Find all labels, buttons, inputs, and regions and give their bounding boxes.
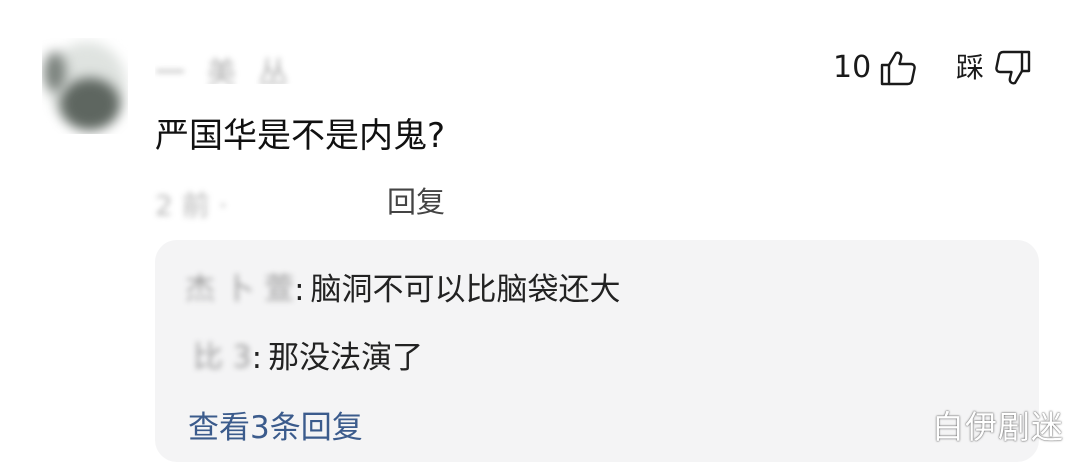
reply-button[interactable]: 回复 [387,180,445,224]
reply-text: 那没法演了 [268,340,424,376]
reply-separator: : [251,340,263,376]
thumb-down-icon [994,49,1032,87]
avatar-edge [44,52,66,92]
comment-timestamp: 2 前 · [155,189,228,222]
replies-box[interactable]: 杰 卜 萱 : 脑洞不可以比脑袋还大 比 3 : 那没法演了 查看3条回复 [155,240,1039,462]
reply-item[interactable]: 杰 卜 萱 : 脑洞不可以比脑袋还大 [185,266,621,314]
watermark: 白伊剧迷 [932,408,1065,446]
like-count: 10 [833,50,872,85]
avatar[interactable] [42,38,128,134]
avatar-shape [60,78,120,130]
reply-author[interactable]: 比 3 [193,334,252,382]
thumb-up-icon [879,49,917,87]
comment-meta: 2 前 · 回复 [155,180,485,224]
username[interactable]: 一 美 丛 [155,48,355,84]
reply-item[interactable]: 比 3 : 那没法演了 [193,334,423,382]
like-button[interactable]: 10 [833,46,917,90]
reply-author[interactable]: 杰 卜 萱 [185,266,294,314]
reply-text: 脑洞不可以比脑袋还大 [310,272,621,308]
dislike-button[interactable]: 踩 [956,46,1032,90]
username-text: 一 美 丛 [155,56,295,84]
reply-separator: : [294,272,305,308]
view-more-replies-link[interactable]: 查看3条回复 [188,404,363,452]
dislike-label: 踩 [956,51,985,84]
comment-text: 严国华是不是内鬼? [155,116,446,156]
